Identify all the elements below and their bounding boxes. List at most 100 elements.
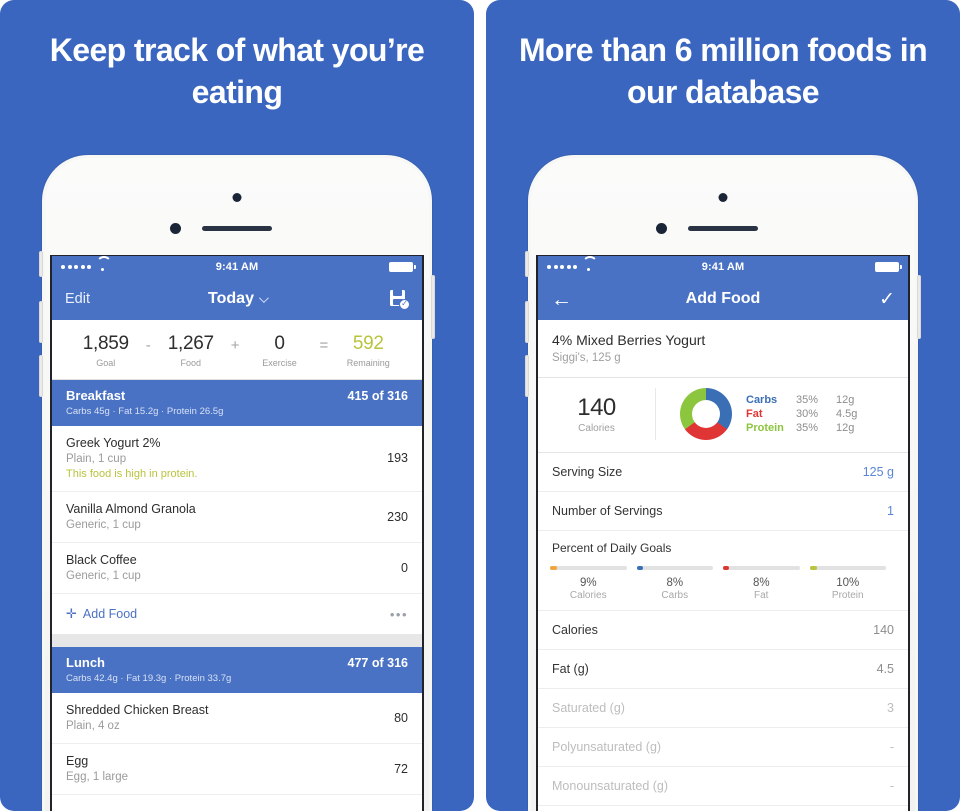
front-camera-icon: [232, 193, 242, 202]
goals-row: 9% Calories 8% Carbs 8% Fat 10% Protein: [550, 566, 896, 601]
volume-down-button[interactable]: [525, 355, 529, 397]
proximity-sensor-icon: [656, 223, 667, 234]
status-bar-right: [744, 262, 903, 272]
wifi-icon: [96, 263, 108, 272]
list-item[interactable]: Black Coffee Generic, 1 cup 0: [52, 543, 422, 594]
food-info: Egg Egg, 1 large: [66, 754, 128, 783]
food-name: 4% Mixed Berries Yogurt: [552, 332, 706, 348]
macro-legend: Carbs 35% 12g Fat 30% 4.5g Protein 35% 1…: [746, 392, 857, 436]
back-arrow-icon[interactable]: ←: [551, 289, 572, 310]
edit-button[interactable]: Edit: [65, 291, 90, 307]
earpiece-speaker: [688, 226, 758, 231]
ellipsis-icon[interactable]: •••: [390, 607, 408, 622]
nav-bar-add-food: ← Add Food ✓: [538, 278, 908, 320]
list-item[interactable]: Vanilla Almond Granola Generic, 1 cup 23…: [52, 492, 422, 543]
summary-remaining-value: 592: [352, 333, 384, 354]
date-selector[interactable]: Today: [129, 290, 345, 308]
power-button[interactable]: [431, 275, 435, 339]
nutrient-label: Calories: [552, 623, 598, 637]
nutrient-value: 140: [873, 623, 894, 637]
meal-header-breakfast[interactable]: Breakfast Carbs 45g · Fat 15.2g · Protei…: [52, 380, 422, 426]
nav-left: Edit: [65, 291, 129, 307]
macro-amount: 12g: [836, 422, 855, 434]
legend-item-carbs: Carbs 35% 12g: [746, 394, 857, 406]
nutrient-label: Monounsaturated (g): [552, 779, 669, 793]
food-name: Shredded Chicken Breast: [66, 703, 209, 717]
volume-up-button[interactable]: [39, 301, 43, 343]
goal-percent: 8%: [666, 577, 684, 589]
proximity-sensor-icon: [170, 223, 181, 234]
checkmark-icon[interactable]: ✓: [879, 290, 895, 309]
macro-amount: 4.5g: [836, 408, 858, 420]
calories-label: Calories: [578, 423, 615, 434]
food-brand: Siggi's, 125 g: [552, 352, 621, 364]
nutrient-label: Polyunsaturated (g): [552, 740, 662, 754]
food-calories: 72: [394, 761, 408, 776]
nutrient-row: Calories 140: [538, 611, 908, 650]
goal-track: [809, 566, 886, 570]
list-item[interactable]: Shredded Chicken Breast Plain, 4 oz 80: [52, 693, 422, 744]
add-food-row-breakfast: ✛ Add Food •••: [52, 594, 422, 634]
serving-size-value: 125 g: [862, 465, 894, 479]
summary-goal-label: Goal: [96, 358, 116, 368]
food-calories: 80: [394, 710, 408, 725]
summary-goal-value: 1,859: [82, 333, 129, 354]
goal-item-carbs: 8% Carbs: [636, 566, 724, 601]
meal-macros: Carbs 45g · Fat 15.2g · Protein 26.5g: [66, 406, 224, 417]
list-item[interactable]: Greek Yogurt 2% Plain, 1 cup This food i…: [52, 426, 422, 492]
nav-left: ←: [551, 289, 615, 310]
legend-item-protein: Protein 35% 12g: [746, 422, 857, 434]
phone-mockup: 9:41 AM Edit Today ✓ 1,859 Goal - 1,267 …: [39, 155, 435, 811]
macro-amount: 12g: [836, 394, 855, 406]
phone-mockup: 9:41 AM ← Add Food ✓ 4% Mixed Berries Yo…: [525, 155, 921, 811]
nav-right: ✓: [831, 290, 895, 309]
food-info: Greek Yogurt 2% Plain, 1 cup This food i…: [66, 436, 197, 480]
save-with-check-icon[interactable]: ✓: [390, 289, 410, 310]
summary-food-value: 1,267: [167, 333, 214, 354]
phone-screen-add-food: 9:41 AM ← Add Food ✓ 4% Mixed Berries Yo…: [536, 255, 910, 811]
silent-switch[interactable]: [525, 251, 529, 277]
add-food-button[interactable]: ✛ Add Food: [66, 606, 137, 622]
operator-equals: =: [319, 337, 329, 354]
food-calories: 0: [401, 560, 408, 575]
meal-header-lunch[interactable]: Lunch Carbs 42.4g · Fat 19.3g · Protein …: [52, 647, 422, 693]
calories-block: 140 Calories: [538, 388, 656, 440]
number-of-servings-value: 1: [887, 504, 894, 518]
goal-label: Fat: [754, 590, 769, 601]
serving-size-row[interactable]: Serving Size 125 g: [538, 453, 908, 492]
food-name: Greek Yogurt 2%: [66, 436, 161, 450]
signal-strength-icon: [547, 265, 577, 269]
power-button[interactable]: [917, 275, 921, 339]
status-bar: 9:41 AM: [52, 256, 422, 278]
goal-label: Protein: [831, 590, 864, 601]
phone-screen-diary: 9:41 AM Edit Today ✓ 1,859 Goal - 1,267 …: [50, 255, 424, 811]
nutrient-value: -: [889, 779, 894, 793]
food-desc: Egg, 1 large: [66, 771, 129, 783]
silent-switch[interactable]: [39, 251, 43, 277]
number-of-servings-label: Number of Servings: [552, 504, 663, 518]
wifi-icon: [582, 263, 594, 272]
number-of-servings-row[interactable]: Number of Servings 1: [538, 492, 908, 531]
summary-exercise-label: Exercise: [262, 358, 297, 368]
summary-goal: 1,859 Goal: [77, 333, 135, 368]
goal-track: [550, 566, 627, 570]
nav-title-label: Today: [208, 290, 254, 307]
macro-breakdown: Carbs 35% 12g Fat 30% 4.5g Protein 35% 1…: [656, 388, 908, 440]
operator-plus: +: [230, 337, 240, 354]
volume-down-button[interactable]: [39, 355, 43, 397]
goal-item-fat: 8% Fat: [723, 566, 810, 601]
percent-daily-goals: Percent of Daily Goals 9% Calories 8% Ca…: [538, 531, 908, 611]
macro-name: Fat: [746, 408, 763, 420]
summary-exercise: 0 Exercise: [251, 333, 309, 368]
food-name: Egg: [66, 754, 89, 768]
nutrient-label: Fat (g): [552, 662, 589, 676]
promo-panel-add-food: More than 6 million foods in our databas…: [486, 0, 960, 811]
summary-food: 1,267 Food: [162, 333, 220, 368]
summary-remaining: 592 Remaining: [339, 333, 397, 368]
earpiece-speaker: [202, 226, 272, 231]
status-bar-time: 9:41 AM: [701, 261, 745, 273]
food-name: Black Coffee: [66, 553, 137, 567]
list-item[interactable]: Egg Egg, 1 large 72: [52, 744, 422, 795]
battery-icon: [389, 262, 417, 272]
volume-up-button[interactable]: [525, 301, 529, 343]
